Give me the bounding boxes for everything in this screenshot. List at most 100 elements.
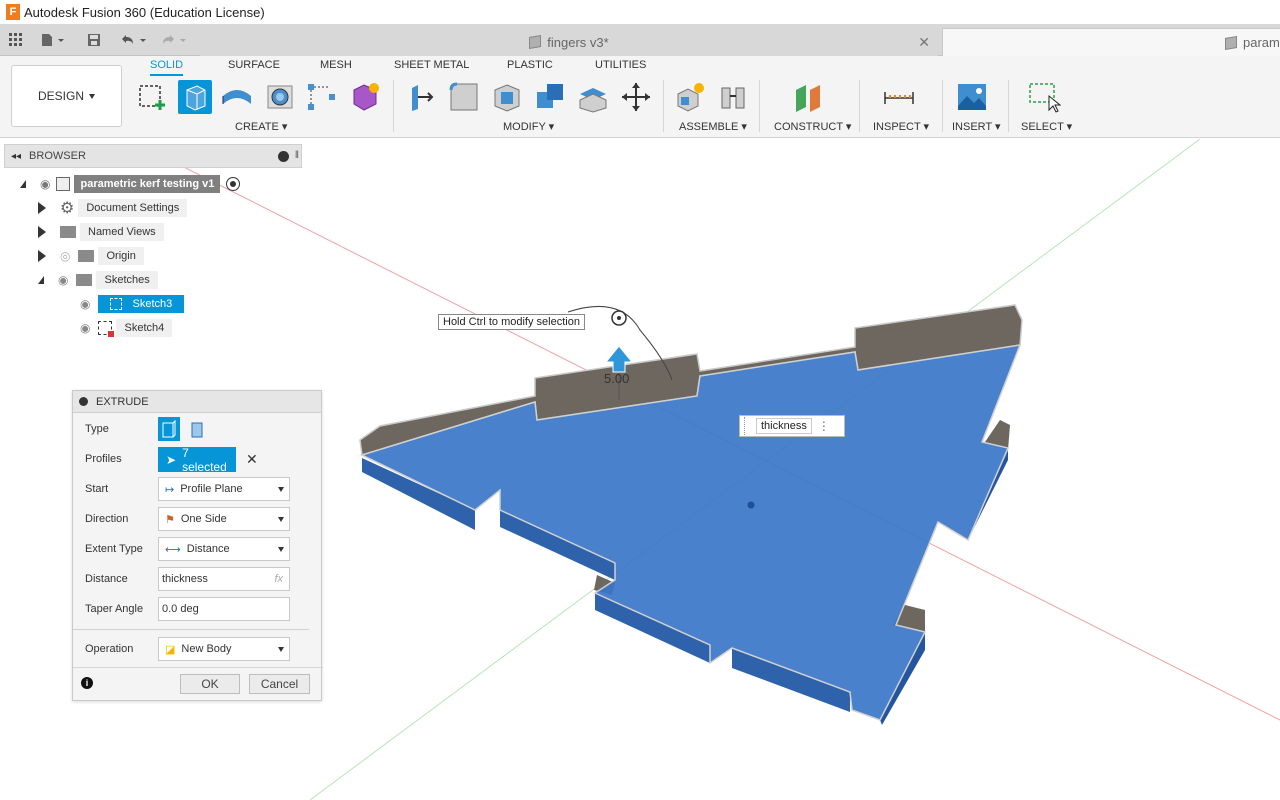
tab-label: fingers v3*	[547, 34, 609, 50]
joint-icon[interactable]	[716, 80, 750, 114]
collapsed-triangle-icon[interactable]	[38, 250, 46, 262]
revolve-icon[interactable]	[220, 80, 254, 114]
tree-item-named-views[interactable]: Named Views	[38, 222, 164, 242]
taper-value: 0.0 deg	[162, 603, 199, 615]
tab-sheet-metal[interactable]: SHEET METAL	[394, 59, 469, 71]
clear-selection-icon[interactable]: ✕	[246, 451, 258, 468]
cancel-button[interactable]: Cancel	[249, 674, 310, 694]
file-menu-icon[interactable]	[38, 30, 68, 50]
info-icon[interactable]: i	[81, 677, 93, 689]
combine-icon[interactable]	[533, 80, 567, 114]
hole-icon[interactable]	[263, 80, 297, 114]
expanded-triangle-icon[interactable]	[38, 276, 44, 284]
tree-item-sketches[interactable]: ◉ Sketches	[38, 270, 158, 290]
expanded-triangle-icon[interactable]	[20, 180, 26, 188]
select-menu[interactable]: SELECT ▾	[1021, 120, 1072, 133]
start-dropdown[interactable]: ↦ Profile Plane	[158, 477, 290, 501]
extrude-profile-face[interactable]	[359, 344, 1022, 721]
create-menu[interactable]: CREATE ▾	[235, 120, 287, 133]
tab-mesh[interactable]: MESH	[320, 59, 352, 71]
dimension-value: 5.00	[604, 371, 629, 386]
save-icon[interactable]	[86, 30, 102, 50]
collapse-dialog-icon[interactable]	[79, 397, 88, 406]
activate-radio-icon[interactable]	[226, 177, 241, 191]
cursor-icon: ➤	[166, 452, 177, 467]
ok-button[interactable]: OK	[180, 674, 240, 694]
insert-image-icon[interactable]	[955, 80, 989, 114]
construct-menu[interactable]: CONSTRUCT ▾	[774, 120, 851, 133]
tree-item-sketch3[interactable]: ◉ Sketch3	[80, 294, 185, 314]
fx-icon[interactable]: fx	[274, 573, 283, 585]
tree-item-label: Sketch4	[116, 319, 173, 337]
extent-type-dropdown[interactable]: ⟷ Distance	[158, 537, 290, 561]
collapsed-triangle-icon[interactable]	[38, 202, 46, 214]
component-icon	[56, 177, 71, 191]
pattern-icon[interactable]	[305, 80, 339, 114]
pin-icon[interactable]: ‖	[295, 150, 299, 161]
fillet-icon[interactable]	[447, 80, 481, 114]
redo-icon[interactable]	[158, 30, 188, 50]
tab-utilities[interactable]: UTILITIES	[595, 59, 646, 71]
chip-input[interactable]: thickness	[756, 418, 812, 434]
eye-icon[interactable]: ◉	[80, 321, 90, 335]
insert-label: INSERT	[952, 121, 992, 133]
tab-plastic[interactable]: PLASTIC	[507, 59, 553, 71]
tree-item-label: Sketches	[96, 271, 158, 289]
extent-type-label: Extent Type	[85, 543, 143, 555]
folder-icon	[76, 274, 93, 286]
assemble-menu[interactable]: ASSEMBLE ▾	[679, 120, 747, 133]
collapse-panel-icon[interactable]: ◂◂	[11, 151, 21, 162]
tree-item-label: Named Views	[80, 223, 164, 241]
modify-menu[interactable]: MODIFY ▾	[503, 120, 554, 133]
distance-value-chip[interactable]: thickness ⋮	[739, 415, 845, 437]
eye-icon[interactable]: ◉	[80, 297, 90, 311]
more-options-icon[interactable]: ⋮	[818, 419, 830, 433]
workspace-switcher[interactable]: DESIGN	[11, 65, 122, 127]
browser-title: BROWSER	[29, 150, 86, 162]
select-window-icon[interactable]	[1027, 80, 1062, 114]
move-copy-icon[interactable]	[619, 80, 653, 114]
extrude-icon[interactable]	[178, 80, 212, 114]
create-form-icon[interactable]	[348, 80, 382, 114]
collapsed-triangle-icon[interactable]	[38, 226, 46, 238]
close-tab-icon[interactable]: ✕	[918, 34, 930, 51]
tree-item-document-settings[interactable]: ⚙ Document Settings	[38, 198, 188, 218]
offset-face-icon[interactable]	[576, 80, 610, 114]
tab-surface[interactable]: SURFACE	[228, 59, 280, 71]
shell-icon[interactable]	[490, 80, 524, 114]
tree-root[interactable]: ◉ parametric kerf testing v1	[20, 174, 241, 194]
apps-grid-icon[interactable]	[6, 30, 26, 50]
minimize-icon[interactable]	[278, 151, 289, 162]
chevron-down-icon	[278, 547, 284, 552]
eye-icon[interactable]: ◉	[58, 273, 68, 287]
grip-icon[interactable]	[744, 417, 754, 435]
eye-icon[interactable]: ◉	[40, 177, 50, 191]
tree-item-sketch4[interactable]: ◉ Sketch4	[80, 318, 173, 338]
taper-angle-input[interactable]: 0.0 deg	[158, 597, 290, 621]
tab-fingers-v3[interactable]: fingers v3* ✕	[200, 28, 938, 56]
distance-input[interactable]: thickness fx	[158, 567, 290, 591]
measure-icon[interactable]	[882, 80, 916, 114]
operation-label: Operation	[85, 643, 134, 655]
offset-plane-icon[interactable]	[792, 80, 826, 114]
type-solid-button[interactable]	[158, 417, 180, 441]
divider	[759, 80, 760, 132]
insert-menu[interactable]: INSERT ▾	[952, 120, 1001, 133]
press-pull-icon[interactable]	[404, 80, 438, 114]
tab-solid[interactable]: SOLID	[150, 59, 184, 76]
tab-parametric[interactable]: param	[942, 28, 1280, 56]
inspect-menu[interactable]: INSPECT ▾	[873, 120, 929, 133]
create-sketch-icon[interactable]	[136, 80, 170, 114]
tree-item-origin[interactable]: ◎ Origin	[38, 246, 144, 266]
hidden-eye-icon[interactable]: ◎	[60, 249, 70, 263]
type-thin-button[interactable]	[187, 417, 209, 441]
direction-dropdown[interactable]: ⚑ One Side	[158, 507, 290, 531]
tree-item-label: Sketch3	[132, 298, 173, 310]
profiles-selector[interactable]: ➤ 7 selected	[158, 446, 236, 474]
new-component-icon[interactable]	[673, 80, 707, 114]
divider	[73, 667, 323, 668]
distance-value: thickness	[162, 573, 208, 585]
undo-icon[interactable]	[118, 30, 148, 50]
operation-dropdown[interactable]: ◪ New Body	[158, 637, 290, 661]
profile-plane-icon: ↦	[165, 483, 175, 496]
